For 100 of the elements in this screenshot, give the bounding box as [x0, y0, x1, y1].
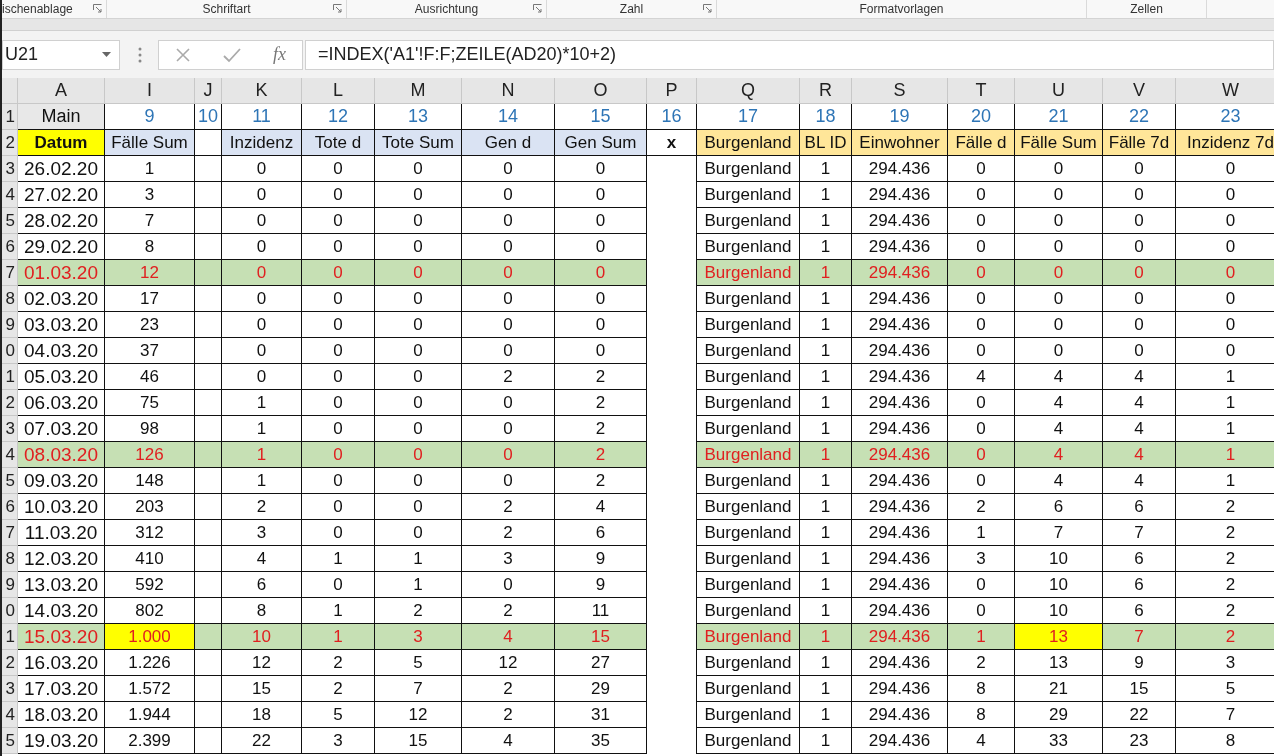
- row-header[interactable]: 7: [2, 520, 18, 546]
- table-cell: 11.03.20: [18, 520, 105, 546]
- table-cell: 4: [1015, 390, 1103, 416]
- grip-icon: [138, 46, 142, 63]
- row-header[interactable]: 0: [2, 598, 18, 624]
- column-header[interactable]: V: [1103, 78, 1176, 104]
- row-header[interactable]: 3: [2, 156, 18, 182]
- table-cell: 0: [1103, 286, 1176, 312]
- row-header[interactable]: 3: [2, 676, 18, 702]
- column-header[interactable]: W: [1176, 78, 1274, 104]
- table-cell: 12.03.20: [18, 546, 105, 572]
- row-header[interactable]: 6: [2, 234, 18, 260]
- row-header[interactable]: 4: [2, 182, 18, 208]
- row-header[interactable]: 9: [2, 312, 18, 338]
- table-cell: 1: [948, 624, 1015, 650]
- table-cell: 1: [302, 624, 375, 650]
- column-header[interactable]: A: [18, 78, 105, 104]
- dialog-launcher-icon[interactable]: [703, 4, 712, 13]
- table-cell: Burgenland: [697, 728, 800, 754]
- table-cell: Burgenland: [697, 260, 800, 286]
- table-cell: 6: [1015, 494, 1103, 520]
- table-cell: 0: [222, 286, 302, 312]
- table-cell: 1: [800, 312, 852, 338]
- column-header[interactable]: P: [647, 78, 697, 104]
- column-header[interactable]: R: [800, 78, 852, 104]
- row-header[interactable]: 2: [2, 130, 18, 156]
- table-cell: 294.436: [852, 494, 948, 520]
- column-header[interactable]: T: [948, 78, 1015, 104]
- row-header[interactable]: 1: [2, 364, 18, 390]
- table-cell: 1: [800, 286, 852, 312]
- column-header[interactable]: N: [462, 78, 555, 104]
- table-cell: 3: [1176, 650, 1274, 676]
- dialog-launcher-icon[interactable]: [333, 4, 342, 13]
- table-cell: 2: [1176, 546, 1274, 572]
- dialog-launcher-icon[interactable]: [93, 4, 102, 13]
- table-cell: 4: [1015, 364, 1103, 390]
- table-cell: 2: [462, 676, 555, 702]
- table-cell: Burgenland: [697, 650, 800, 676]
- row-header[interactable]: 2: [2, 650, 18, 676]
- formula-field[interactable]: =INDEX('A1'!F:F;ZEILE(AD20)*10+2): [305, 39, 1274, 70]
- row-header[interactable]: 2: [2, 390, 18, 416]
- column-header[interactable]: L: [302, 78, 375, 104]
- table-cell: 0: [462, 182, 555, 208]
- table-cell: 1: [375, 546, 462, 572]
- row-header[interactable]: 5: [2, 728, 18, 754]
- table-cell: 17.03.20: [18, 676, 105, 702]
- table-cell: Burgenland: [697, 520, 800, 546]
- table-cell: 18.03.20: [18, 702, 105, 728]
- column-header[interactable]: Q: [697, 78, 800, 104]
- table-cell: 06.03.20: [18, 390, 105, 416]
- name-box[interactable]: U21: [2, 39, 120, 70]
- column-header[interactable]: S: [852, 78, 948, 104]
- row-header[interactable]: 4: [2, 442, 18, 468]
- table-cell: 410: [105, 546, 195, 572]
- table-cell: 12: [105, 260, 195, 286]
- dialog-launcher-icon[interactable]: [533, 4, 542, 13]
- table-cell: 1: [800, 390, 852, 416]
- table-cell: 0: [1015, 156, 1103, 182]
- row-header[interactable]: 6: [2, 494, 18, 520]
- table-cell: 7: [1176, 702, 1274, 728]
- column-header[interactable]: O: [555, 78, 647, 104]
- row-header[interactable]: 8: [2, 546, 18, 572]
- table-cell: 0: [302, 182, 375, 208]
- table-cell: 294.436: [852, 650, 948, 676]
- row-header[interactable]: 1: [2, 104, 18, 130]
- column-header[interactable]: M: [375, 78, 462, 104]
- check-icon[interactable]: [223, 46, 241, 63]
- table-cell: 13: [1015, 650, 1103, 676]
- column-title: Einwohner: [852, 130, 948, 156]
- column-header[interactable]: J: [195, 78, 222, 104]
- table-cell: 0: [1015, 286, 1103, 312]
- table-cell: 4: [462, 624, 555, 650]
- row-header[interactable]: 8: [2, 286, 18, 312]
- row-header[interactable]: 5: [2, 468, 18, 494]
- table-cell: 29: [555, 676, 647, 702]
- table-cell: 1: [1176, 468, 1274, 494]
- row-header[interactable]: 3: [2, 416, 18, 442]
- row-header[interactable]: 0: [2, 338, 18, 364]
- table-cell: 12: [222, 650, 302, 676]
- row-header[interactable]: 5: [2, 208, 18, 234]
- insert-function-button[interactable]: fx: [273, 44, 286, 65]
- row-header[interactable]: 7: [2, 260, 18, 286]
- table-cell: Burgenland: [697, 182, 800, 208]
- column-header[interactable]: I: [105, 78, 195, 104]
- table-cell: 0: [1015, 338, 1103, 364]
- table-cell: 1: [948, 520, 1015, 546]
- table-cell: Burgenland: [697, 624, 800, 650]
- table-cell: 0: [462, 338, 555, 364]
- table-cell: 1: [302, 546, 375, 572]
- table-cell: 10.03.20: [18, 494, 105, 520]
- table-cell: 0: [375, 156, 462, 182]
- cancel-icon[interactable]: [175, 46, 191, 63]
- column-header[interactable]: U: [1015, 78, 1103, 104]
- row-header[interactable]: 1: [2, 624, 18, 650]
- row-header[interactable]: 4: [2, 702, 18, 728]
- table-cell: 0: [948, 572, 1015, 598]
- row-header[interactable]: 9: [2, 572, 18, 598]
- table-cell: 0: [555, 182, 647, 208]
- table-cell: 1: [800, 156, 852, 182]
- column-header[interactable]: K: [222, 78, 302, 104]
